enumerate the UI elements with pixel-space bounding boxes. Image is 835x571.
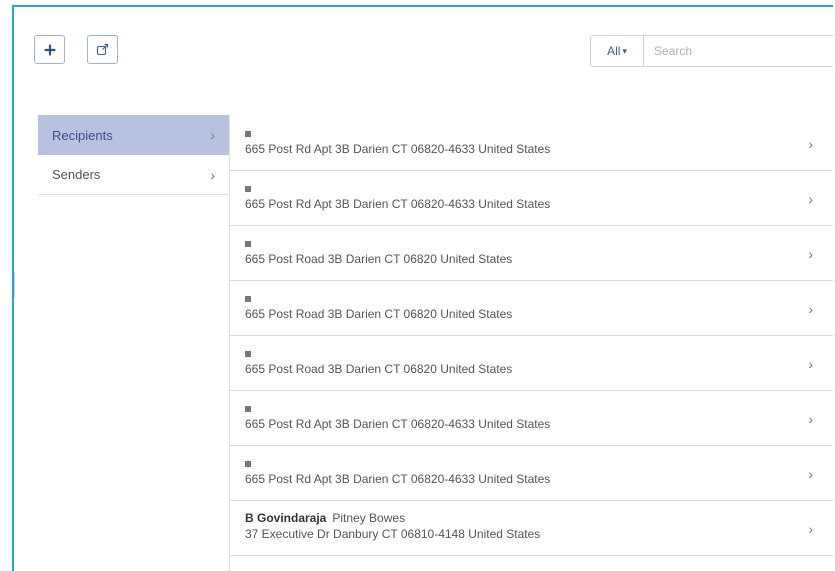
redacted-name-block — [245, 185, 251, 192]
address-row[interactable]: 665 Post Rd Apt 3B Darien CT 06820-4633 … — [229, 116, 833, 171]
chevron-right-icon: › — [210, 166, 215, 183]
contact-address: 665 Post Rd Apt 3B Darien CT 06820-4633 … — [245, 417, 551, 431]
contact-name — [245, 237, 833, 250]
chevron-right-icon: › — [808, 521, 813, 537]
redacted-name-block — [245, 350, 251, 357]
chevron-right-icon: › — [808, 466, 813, 482]
toolbar: All ▾ — [14, 7, 833, 102]
contact-name: B Govindaraja Pitney Bowes — [245, 512, 833, 525]
address-row[interactable]: 665 Post Rd Apt 3B Darien CT 06820-4633 … — [229, 446, 833, 501]
address-row[interactable]: 665 Post Rd Apt 3B Darien CT 06820-4633 … — [229, 391, 833, 446]
plus-icon — [43, 43, 56, 56]
contact-name — [245, 182, 833, 195]
export-button[interactable] — [87, 35, 118, 64]
address-row[interactable]: B Govindaraja Pitney Bowes 37 Executive D… — [229, 501, 833, 556]
chevron-right-icon: › — [808, 301, 813, 317]
sidebar-item-label: Senders — [52, 167, 101, 182]
contact-name — [245, 292, 833, 305]
contact-name — [245, 347, 833, 360]
contact-address: 665 Post Rd Apt 3B Darien CT 06820-4633 … — [245, 472, 551, 486]
sidebar-item-recipients[interactable]: Recipients › — [38, 115, 229, 155]
contact-name — [245, 127, 833, 140]
contact-address: 665 Post Road 3B Darien CT 06820 United … — [245, 362, 513, 376]
redacted-name-block — [245, 240, 251, 247]
contact-name — [245, 402, 833, 415]
chevron-right-icon: › — [210, 127, 215, 143]
address-row[interactable]: 665 Post Road 3B Darien CT 06820 United … — [229, 336, 833, 391]
contact-address: 665 Post Road 3B Darien CT 06820 United … — [245, 307, 513, 321]
chevron-right-icon: › — [808, 191, 813, 207]
address-row[interactable]: 665 Post Rd Apt 3B Darien CT 06820-4633 … — [229, 171, 833, 226]
chevron-right-icon: › — [808, 356, 813, 372]
sidebar-item-senders[interactable]: Senders › — [38, 155, 229, 195]
chevron-right-icon: › — [808, 246, 813, 262]
external-link-icon — [96, 43, 109, 56]
address-row[interactable]: 665 Post Road 3B Darien CT 06820 United … — [229, 226, 833, 281]
caret-down-icon: ▾ — [622, 45, 627, 56]
contact-address: 37 Executive Dr Danbury CT 06810-4148 Un… — [245, 527, 541, 541]
panel-edge-marker — [14, 272, 15, 298]
address-row[interactable]: 665 Post Road 3B Darien CT 06820 United … — [229, 281, 833, 336]
chevron-right-icon: › — [808, 411, 813, 427]
address-book-panel: All▾ Recipients › Senders › 665 Post Rd … — [12, 5, 833, 571]
filter-dropdown[interactable]: All ▾ — [591, 36, 644, 66]
redacted-name-block — [245, 295, 251, 302]
contact-address: 665 Post Rd Apt 3B Darien CT 06820-4633 … — [245, 142, 551, 156]
redacted-name-block — [245, 130, 251, 137]
contact-company: Pitney Bowes — [332, 511, 406, 525]
search-group: All ▾ — [590, 35, 833, 67]
filter-label: All — [607, 44, 621, 58]
add-address-button[interactable] — [34, 35, 65, 64]
redacted-name-block — [245, 405, 251, 412]
sidebar: Recipients › Senders › — [38, 115, 230, 571]
contact-name — [245, 457, 833, 470]
address-list: 665 Post Rd Apt 3B Darien CT 06820-4633 … — [229, 116, 833, 556]
contact-name-text: B Govindaraja — [245, 511, 327, 525]
redacted-name-block — [245, 460, 251, 467]
contact-address: 665 Post Rd Apt 3B Darien CT 06820-4633 … — [245, 197, 551, 211]
contact-address: 665 Post Road 3B Darien CT 06820 United … — [245, 252, 513, 266]
search-input[interactable] — [644, 36, 833, 66]
chevron-right-icon: › — [808, 136, 813, 152]
sidebar-item-label: Recipients — [52, 127, 113, 143]
